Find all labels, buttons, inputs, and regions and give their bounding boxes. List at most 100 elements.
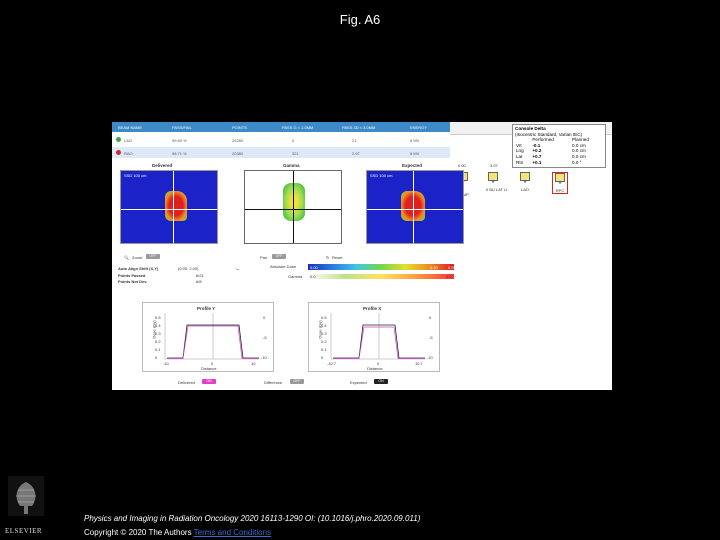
x-axis-label: Distance [201,366,217,371]
points: 20380 [232,151,244,156]
stat-value: (0.00, 2.00) [178,266,199,271]
col-pass-fail[interactable]: PASS/FAIL [172,125,192,130]
console-delta-box: Console Delta (Isocentric Standard, Vari… [512,124,606,168]
journal-text: Physics and Imaging in Radiation Oncolog… [84,514,421,523]
journal-citation: Physics and Imaging in Radiation Oncolog… [84,514,420,523]
axes-icon: ⌙ [236,266,240,271]
x-axis-label: Distance [367,366,383,371]
field-label: RPC [555,188,565,193]
difference-toggle-label: Difference [264,380,283,385]
reset-button[interactable]: Reset [332,255,342,260]
expected-toggle[interactable]: ON [374,379,388,384]
gamma-colorbar[interactable] [308,274,454,279]
energy: 6 MV [410,138,420,143]
right-tick: -5 [263,335,267,340]
pass-d: 2.97 [352,151,360,156]
comparison-table: Performed Planned Vrt -0.1 0.0 cm Lng +0… [515,137,603,165]
energy: 6 MV [410,151,420,156]
right-tick: -5 [429,335,433,340]
right-tick: 0 [263,315,266,320]
field-item-selected[interactable]: * RPC [552,172,568,194]
crosshair-v [413,171,414,243]
stat-label: Points Not Dev. [118,279,148,284]
delta-performed: +0.1 [532,159,542,165]
expected-panel-title: Expected [402,163,423,168]
stat-label: Auto Align Shift (X,Y) [118,266,159,271]
gamma-max: 1.0 [446,274,452,279]
field-value: 0.00 [458,163,466,168]
right-tick: -10 [427,355,433,360]
dose-region [165,191,187,221]
crosshair-h [121,209,217,210]
delivered-panel-title: Delivered [152,163,173,168]
pass-g: 321 [292,151,299,156]
publisher-name: ELSEVIER [5,527,43,535]
field-item[interactable]: * LAO [518,172,532,192]
right-tick: -10 [261,355,267,360]
crosshair-v [293,171,294,243]
col-pass-d[interactable]: PASS 3D < 3.0MM [342,125,375,130]
x-tick: -10.7 [327,361,337,366]
ssd-tag: SSD 100 cm [124,173,147,178]
ssd-tag: SSD 100 cm [370,173,393,178]
zoom-toggle[interactable]: OFF [146,254,160,259]
pass-d: 21 [352,138,357,143]
gamma-label: Gamma [288,274,303,279]
figure-title: Fig. A6 [339,12,381,27]
table-row[interactable]: RAO 98.71 % 20380 321 2.97 6 MV [112,147,450,158]
col-energy[interactable]: ENERGY [410,125,427,130]
gamma-panel-title: Gamma [283,163,300,168]
col-beam-name[interactable]: BEAM NAME [118,125,142,130]
gamma-region [283,183,305,221]
pass-percent: 98.71 % [172,151,187,156]
profile-x-plot[interactable]: Profile X Dose (Gy) 0.5 0.4 0.3 0.2 0.1 … [308,302,440,372]
difference-toggle[interactable]: OFF [290,379,304,384]
crosshair-h [367,209,463,210]
pass-g: 0 [292,138,295,143]
field-item[interactable]: * 0 BU LAT LI [486,172,508,192]
app-screenshot: BEAM NAME PASS/FAIL POINTS PASS G < 1.0M… [112,122,612,390]
x-tick: 10 [251,361,256,366]
pan-label: Pan [260,255,268,260]
expected-dose-map[interactable]: SSD 100 cm [366,170,464,244]
zoom-label: Zoom [132,255,143,260]
beam-table-header: BEAM NAME PASS/FAIL POINTS PASS G < 1.0M… [112,122,450,132]
colorbar-min: 0.00 [310,265,318,270]
pass-percent: 99.69 % [172,138,187,143]
pan-toggle[interactable]: OFF [272,254,286,259]
stat-label: Points Passed [118,273,146,278]
copyright-line: Copyright © 2020 The Authors Terms and C… [84,528,271,537]
delivered-toggle[interactable]: ON [202,379,216,384]
terms-link[interactable]: Terms and Conditions [194,528,271,537]
colorbar-max: 0.20 [430,265,438,270]
right-tick: 0 [429,315,432,320]
col-points[interactable]: POINTS [232,125,247,130]
expected-toggle-label: Expected [350,380,367,385]
zoom-icon[interactable]: 🔍 [124,255,129,260]
gamma-map[interactable] [244,170,342,244]
delivered-dose-map[interactable]: SSD 100 cm [120,170,218,244]
profile-y-plot[interactable]: Profile Y Dose (Gy) 0.5 0.4 0.3 0.2 0.1 … [142,302,274,372]
elsevier-logo [8,476,44,516]
x-tick: 10.7 [415,361,423,366]
field-label: 0 BU LAT LI [486,187,508,192]
table-row[interactable]: LAO 99.69 % 20280 0 21 6 MV [112,134,450,145]
field-value: 3.07 [490,163,498,168]
beam-name: LAO [124,138,133,143]
stat-value: 6/8 [196,279,202,284]
delivered-toggle-label: Delivered [178,380,195,385]
gamma-min: 0.0 [310,274,316,279]
x-tick: -10 [163,361,169,366]
absolute-dose-label: Absolute Dose [270,264,297,269]
points: 20280 [232,138,244,143]
crosshair-v [173,171,174,243]
reset-icon[interactable]: ↻ [326,255,329,260]
delta-label: Rtn [516,159,524,165]
copyright-text: Copyright © 2020 The Authors [84,528,192,537]
stat-value: 6/21 [196,273,204,278]
field-label: LAO [520,187,529,192]
col-pass-g[interactable]: PASS G < 1.0MM [282,125,313,130]
colorbar-value: 0.20 [448,265,456,270]
beam-name: RAO [124,151,133,156]
delta-planned: 0.0 ° [572,159,582,165]
